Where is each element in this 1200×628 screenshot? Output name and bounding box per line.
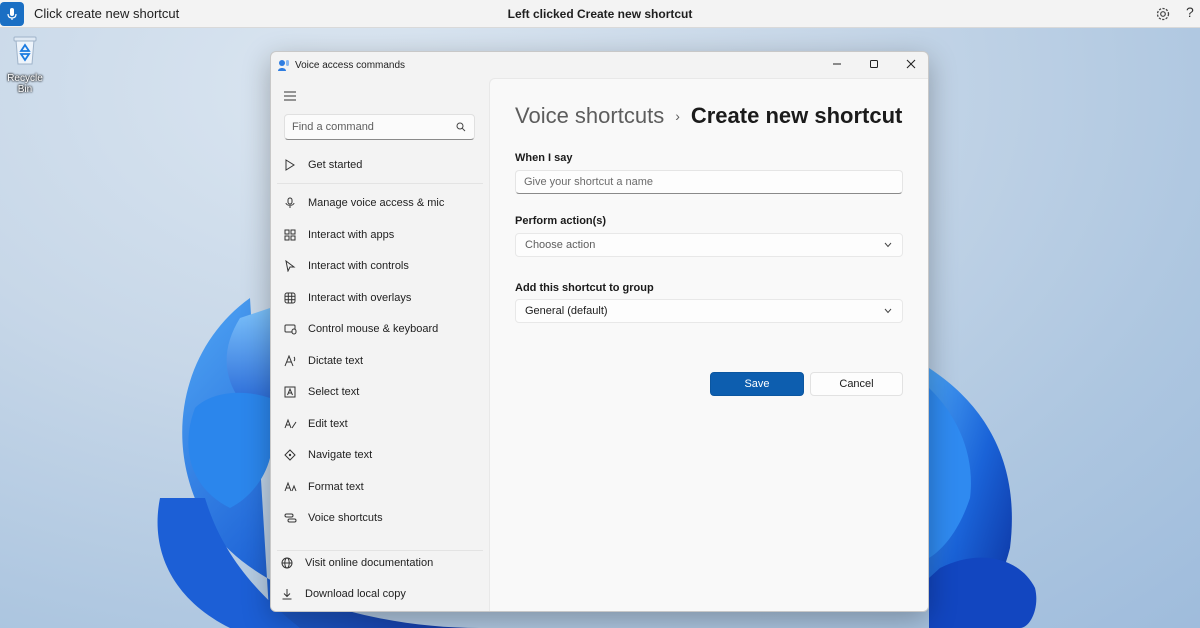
page-title: Create new shortcut — [690, 103, 903, 128]
voice-access-bar: Click create new shortcut Left clicked C… — [0, 0, 1200, 28]
microphone-icon — [283, 196, 297, 210]
title-bar[interactable]: Voice access commands — [271, 52, 928, 78]
microphone-icon — [7, 7, 17, 20]
nav-item-label: Select text — [308, 386, 360, 398]
visit-online-documentation-link[interactable]: Visit online documentation — [274, 550, 480, 576]
download-icon — [280, 587, 294, 601]
close-icon — [906, 59, 916, 69]
gear-icon[interactable] — [1154, 5, 1172, 23]
voice-access-feedback: Left clicked Create new shortcut — [507, 6, 693, 21]
shortcut-name-field[interactable] — [515, 170, 903, 194]
apps-grid-icon — [283, 228, 297, 242]
mouse-keyboard-icon — [283, 322, 297, 336]
nav-item-label: Dictate text — [308, 355, 364, 367]
nav-item-label: Navigate text — [308, 449, 373, 461]
nav-item-control-mouse-keyboard[interactable]: Control mouse & keyboard — [277, 316, 483, 342]
nav-item-interact-with-controls[interactable]: Interact with controls — [277, 253, 483, 279]
nav-item-label: Voice shortcuts — [308, 512, 383, 524]
nav-divider — [277, 183, 483, 184]
download-local-copy-link[interactable]: Download local copy — [274, 581, 480, 607]
nav-item-manage-voice-access[interactable]: Manage voice access & mic — [277, 190, 483, 216]
nav-item-interact-with-overlays[interactable]: Interact with overlays — [277, 285, 483, 311]
nav-item-label: Interact with apps — [308, 229, 395, 241]
when-i-say-label: When I say — [515, 152, 573, 164]
nav-item-label: Edit text — [308, 418, 348, 430]
breadcrumb: Voice shortcuts › Create new shortcut — [515, 103, 902, 129]
group-selected-value: General (default) — [525, 305, 608, 317]
nav-item-select-text[interactable]: Select text — [277, 379, 483, 405]
nav-item-label: Visit online documentation — [305, 557, 434, 569]
search-icon[interactable] — [456, 122, 466, 132]
overlay-grid-icon — [283, 291, 297, 305]
nav-item-format-text[interactable]: Format text — [277, 474, 483, 500]
globe-icon — [280, 556, 294, 570]
voice-access-app-icon — [278, 60, 289, 71]
cursor-icon — [283, 259, 297, 273]
voice-shortcuts-icon — [283, 511, 297, 525]
nav-item-interact-with-apps[interactable]: Interact with apps — [277, 222, 483, 248]
maximize-icon — [870, 60, 878, 68]
help-button[interactable]: ? — [1186, 4, 1194, 20]
nav-item-clipped — [309, 543, 399, 547]
voice-access-commands-window: Voice access commands Get started — [270, 51, 929, 612]
minimize-button[interactable] — [819, 52, 855, 76]
nav-item-label: Get started — [308, 159, 363, 171]
play-icon — [283, 158, 297, 172]
breadcrumb-separator: › — [675, 108, 680, 124]
nav-item-label: Download local copy — [305, 588, 406, 600]
chevron-down-icon — [884, 308, 892, 314]
choose-action-dropdown[interactable]: Choose action — [515, 233, 903, 257]
format-text-icon — [283, 480, 297, 494]
edit-text-icon — [283, 417, 297, 431]
close-button[interactable] — [893, 52, 928, 76]
nav-item-label: Interact with overlays — [308, 292, 412, 304]
dictate-icon — [283, 354, 297, 368]
save-button[interactable]: Save — [710, 372, 804, 396]
nav-item-label: Interact with controls — [308, 260, 409, 272]
perform-actions-label: Perform action(s) — [515, 215, 607, 227]
voice-access-status: Click create new shortcut — [34, 6, 180, 21]
main-content: Voice shortcuts › Create new shortcut Wh… — [489, 78, 928, 611]
nav-item-navigate-text[interactable]: Navigate text — [277, 442, 483, 468]
voice-access-mic-button[interactable] — [0, 1, 24, 26]
group-dropdown[interactable]: General (default) — [515, 299, 903, 323]
window-title: Voice access commands — [295, 59, 406, 71]
recycle-bin-icon — [13, 36, 37, 65]
nav-item-get-started[interactable]: Get started — [277, 152, 483, 178]
chevron-down-icon — [884, 242, 892, 248]
maximize-button[interactable] — [856, 52, 892, 76]
select-text-icon — [283, 385, 297, 399]
find-command-search[interactable] — [284, 114, 475, 140]
cancel-button[interactable]: Cancel — [810, 372, 903, 396]
hamburger-menu-icon[interactable] — [283, 90, 297, 102]
nav-item-edit-text[interactable]: Edit text — [277, 411, 483, 437]
nav-item-voice-shortcuts[interactable]: Voice shortcuts — [277, 505, 483, 531]
shortcut-name-input[interactable] — [524, 176, 884, 188]
nav-item-label: Control mouse & keyboard — [308, 323, 439, 335]
nav-item-dictate-text[interactable]: Dictate text — [277, 348, 483, 374]
minimize-icon — [833, 63, 841, 65]
navigate-text-icon — [283, 448, 297, 462]
add-to-group-label: Add this shortcut to group — [515, 282, 654, 294]
choose-action-placeholder: Choose action — [525, 239, 596, 251]
search-input[interactable] — [292, 121, 452, 133]
breadcrumb-voice-shortcuts[interactable]: Voice shortcuts — [515, 103, 664, 129]
nav-item-label: Manage voice access & mic — [308, 197, 445, 209]
sidebar: Get started Manage voice access & mic In… — [271, 78, 489, 611]
recycle-bin[interactable]: Recycle Bin — [2, 34, 48, 95]
nav-item-label: Format text — [308, 481, 364, 493]
recycle-bin-label: Recycle Bin — [7, 73, 43, 95]
